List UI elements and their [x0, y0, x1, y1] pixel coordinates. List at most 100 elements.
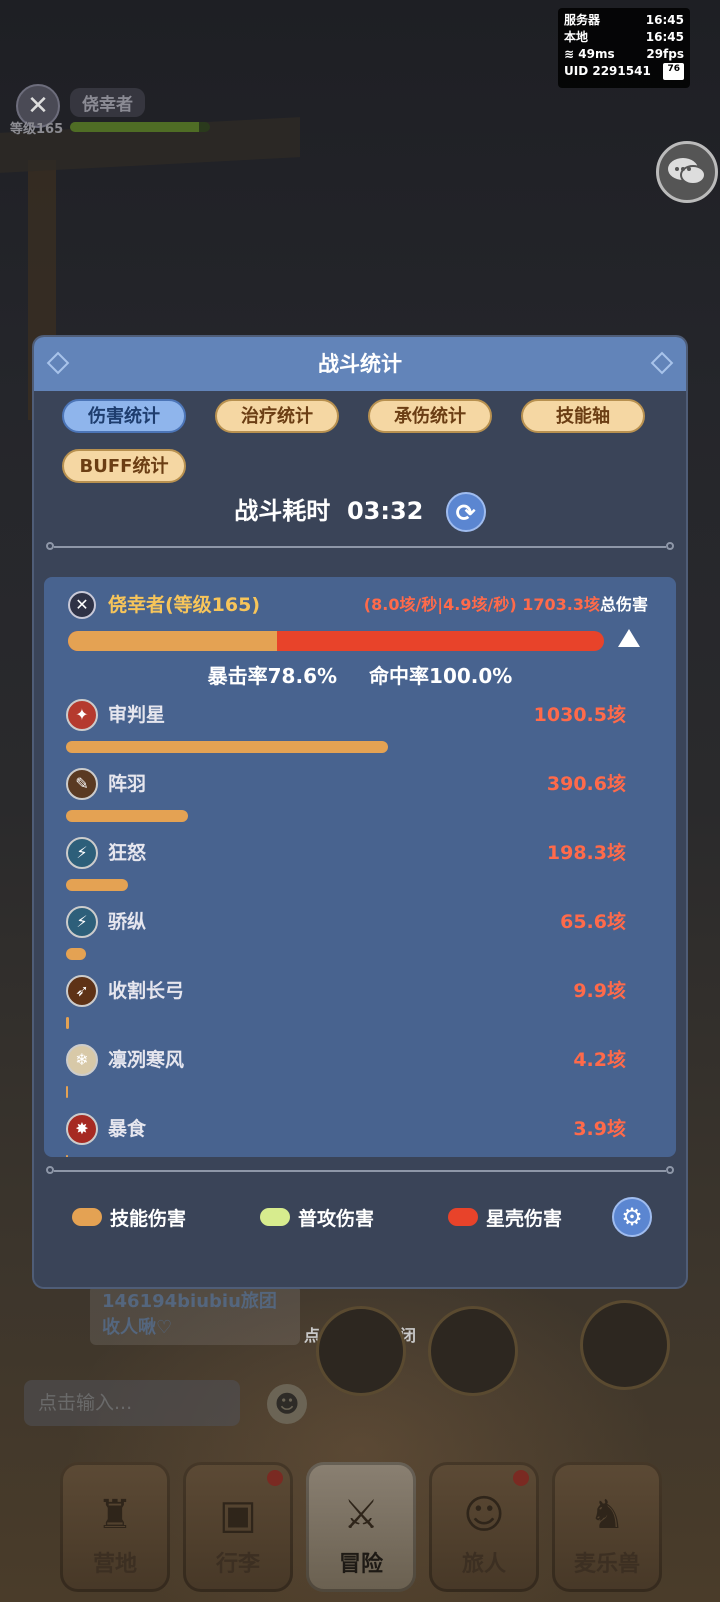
- refresh-button[interactable]: ⟳: [445, 492, 486, 532]
- total-damage-label: 总伤害: [599, 595, 648, 614]
- pet-icon: ♞: [589, 1492, 625, 1538]
- skill-damage-bar: [66, 810, 189, 822]
- skill-damage-value: 65.6垓: [560, 911, 626, 933]
- skill-name: 狂怒: [108, 842, 147, 864]
- refresh-icon: ⟳: [455, 499, 476, 527]
- gear-icon: ⚙: [621, 1203, 643, 1231]
- nav-pet[interactable]: ♞ 麦乐兽: [552, 1462, 662, 1592]
- damage-stats-panel[interactable]: ✕ 侥幸者(等级165) (8.0垓/秒|4.9垓/秒) 1703.3垓总伤害 …: [44, 577, 676, 1157]
- skill-damage-bar: [66, 1086, 68, 1098]
- dialog-header: 战斗统计: [34, 337, 686, 391]
- skill-name: 收割长弓: [108, 980, 185, 1002]
- nav-label: 冒险: [338, 1552, 383, 1577]
- skill-damage-bar: [66, 879, 128, 891]
- ping: 49ms: [578, 47, 615, 61]
- gluttony-icon: ✸: [66, 1113, 98, 1145]
- skill-name: 凛冽寒风: [108, 1049, 185, 1071]
- skill-name: 审判星: [108, 704, 166, 726]
- skill-row: ➶ 收割长弓 9.9垓: [66, 975, 626, 1045]
- crossed-swords-icon: ⚔: [343, 1492, 379, 1538]
- battle-time-label: 战斗耗时: [234, 497, 331, 525]
- total-damage-bar: [68, 631, 604, 651]
- castle-icon: ♜: [97, 1492, 133, 1538]
- player-level: 等级165: [10, 122, 64, 137]
- legend-label: 星壳伤害: [486, 1207, 563, 1230]
- tab-skill-timeline[interactable]: 技能轴: [521, 399, 645, 433]
- tab-damage[interactable]: 伤害统计: [62, 399, 186, 433]
- badge-dot: [267, 1470, 283, 1486]
- skill-damage-value: 1030.5垓: [533, 704, 626, 726]
- local-time: 16:45: [645, 30, 684, 44]
- nav-label: 营地: [92, 1552, 137, 1577]
- skill-damage-bar: [66, 1155, 68, 1157]
- skill-row: ✎ 阵羽 390.6垓: [66, 768, 626, 838]
- hero-dps: (8.0垓/秒|4.9垓/秒) 1703.3垓总伤害: [364, 589, 648, 621]
- hero-name: 侥幸者(等级165): [108, 594, 261, 616]
- battle-time: 战斗耗时 03:32 ⟳: [34, 489, 686, 533]
- hero-dps-rate: (8.0垓/秒|4.9垓/秒): [363, 595, 517, 614]
- chat-input[interactable]: 点击输入...: [24, 1380, 240, 1426]
- skill-damage-portion: [68, 631, 278, 651]
- legend-star-shell: 星壳伤害: [448, 1197, 562, 1237]
- longbow-icon: ➶: [66, 975, 98, 1007]
- skill-damage-value: 4.2垓: [573, 1049, 626, 1071]
- arrogance-icon: ⚡: [66, 906, 98, 938]
- skill-name: 骄纵: [108, 911, 147, 933]
- legend-swatch: [448, 1208, 478, 1226]
- legend-basic-attack: 普攻伤害: [260, 1197, 374, 1237]
- nav-traveler[interactable]: ☺ 旅人: [429, 1462, 539, 1592]
- tab-healing[interactable]: 治疗统计: [215, 399, 339, 433]
- nav-adventure[interactable]: ⚔ 冒险: [306, 1462, 416, 1592]
- battle-time-value: 03:32: [346, 497, 424, 525]
- dialog-title: 战斗统计: [318, 352, 402, 376]
- hero-class-icon: ✕: [68, 591, 96, 619]
- nav-luggage[interactable]: ▣ 行李: [183, 1462, 293, 1592]
- badge-dot: [513, 1470, 529, 1486]
- skill-damage-bar: [66, 741, 388, 753]
- player-name: 侥幸者: [70, 88, 145, 117]
- hero-total-damage: 1703.3垓: [522, 595, 600, 614]
- skill-slot-3[interactable]: [580, 1300, 670, 1390]
- skill-damage-value: 390.6垓: [546, 773, 626, 795]
- judgment-star-icon: ✦: [66, 699, 98, 731]
- divider-bottom: [46, 1166, 674, 1174]
- tab-damage-taken[interactable]: 承伤统计: [368, 399, 492, 433]
- skill-row: ✦ 审判星 1030.5垓: [66, 699, 626, 769]
- divider-top: [46, 542, 674, 550]
- emoji-button[interactable]: ☻: [267, 1384, 307, 1424]
- network-status: 服务器 16:45 本地 16:45 ≋ 49ms 29fps UID 2291541…: [558, 8, 690, 88]
- skill-slot-2[interactable]: [428, 1306, 518, 1396]
- nav-label: 旅人: [461, 1552, 506, 1577]
- skill-row: ⚡ 骄纵 65.6垓: [66, 906, 626, 976]
- server-time: 16:45: [645, 13, 684, 27]
- feather-icon: ✎: [66, 768, 98, 800]
- skill-row: ✸ 暴食 3.9垓: [66, 1113, 626, 1157]
- server-label: 服务器: [564, 13, 601, 27]
- skill-slot-1[interactable]: [316, 1306, 406, 1396]
- skill-damage-value: 3.9垓: [573, 1118, 626, 1140]
- chat-icon: [668, 158, 706, 185]
- uid: UID 2291541: [564, 64, 651, 78]
- tab-buff[interactable]: BUFF统计: [62, 449, 186, 483]
- legend-swatch: [72, 1208, 102, 1226]
- fury-icon: ⚡: [66, 837, 98, 869]
- hit-rate: 命中率100.0%: [369, 664, 513, 688]
- legend-skill-damage: 技能伤害: [72, 1197, 186, 1237]
- collapse-triangle-icon[interactable]: [618, 629, 640, 647]
- legend-label: 技能伤害: [110, 1207, 187, 1230]
- chest-icon: ▣: [219, 1492, 257, 1538]
- skill-name: 阵羽: [108, 773, 147, 795]
- skill-damage-bar: [66, 948, 87, 960]
- traveler-icon: ☺: [463, 1492, 505, 1538]
- skill-name: 暴食: [108, 1118, 147, 1140]
- chat-bubble-button[interactable]: [656, 141, 718, 203]
- legend-label: 普攻伤害: [298, 1207, 375, 1230]
- skill-damage-value: 9.9垓: [573, 980, 626, 1002]
- nav-camp[interactable]: ♜ 营地: [60, 1462, 170, 1592]
- fps: 29fps: [646, 47, 684, 61]
- settings-button[interactable]: ⚙: [612, 1197, 652, 1237]
- cold-wind-icon: ❄: [66, 1044, 98, 1076]
- skill-row: ❄ 凛冽寒风 4.2垓: [66, 1044, 626, 1114]
- skill-row: ⚡ 狂怒 198.3垓: [66, 837, 626, 907]
- hero-row: ✕ 侥幸者(等级165) (8.0垓/秒|4.9垓/秒) 1703.3垓总伤害: [68, 589, 648, 623]
